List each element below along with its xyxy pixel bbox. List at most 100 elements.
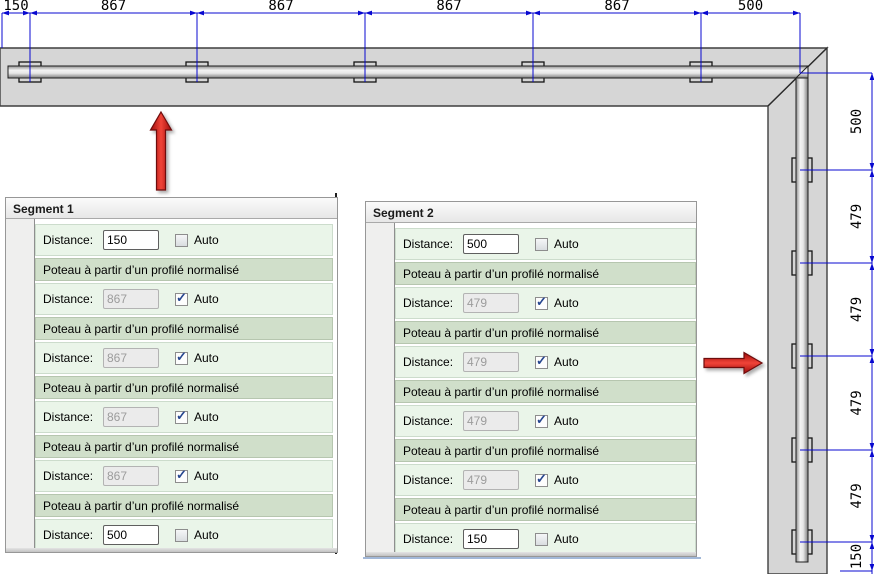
auto-label: Auto — [554, 414, 579, 428]
post-type-label: Poteau à partir d’un profilé normalisé — [403, 502, 600, 517]
dimension-arrowhead — [869, 163, 874, 170]
dimension-arrowhead — [869, 564, 874, 571]
distance-row: Distance: Auto — [395, 523, 696, 555]
dimension-arrowhead — [358, 10, 365, 16]
auto-checkbox[interactable]: ✓ — [535, 470, 548, 487]
distance-input — [463, 411, 519, 431]
dimension-arrowhead — [869, 256, 874, 263]
distance-label: Distance: — [403, 355, 454, 369]
auto-checkbox[interactable]: ✓ — [175, 407, 188, 424]
post-type-label: Poteau à partir d’un profilé normalisé — [403, 325, 600, 340]
auto-checkbox[interactable] — [535, 237, 548, 251]
auto-label: Auto — [194, 469, 219, 483]
dimension-value: 867 — [436, 0, 461, 14]
segment-panel-header: Segment 2 — [366, 202, 696, 223]
auto-checkbox[interactable]: ✓ — [535, 411, 548, 428]
dimension-arrowhead — [869, 263, 874, 270]
post-type-row: Poteau à partir d’un profilé normalisé — [395, 439, 696, 462]
dimension-value: 867 — [604, 0, 629, 14]
distance-label: Distance: — [43, 469, 94, 483]
auto-checkbox[interactable]: ✓ — [535, 294, 548, 310]
distance-row: Distance: ✓ Auto — [35, 283, 333, 315]
panel-gutter — [6, 219, 35, 548]
post-type-row: Poteau à partir d’un profilé normalisé — [395, 262, 696, 285]
distance-label: Distance: — [403, 414, 454, 428]
vertical-rail — [795, 65, 809, 563]
post-type-row: Poteau à partir d’un profilé normalisé — [35, 494, 333, 517]
distance-input[interactable] — [463, 529, 519, 549]
dimension-value: 500 — [849, 109, 865, 134]
distance-input[interactable] — [463, 234, 519, 254]
distance-row: Distance: ✓ Auto — [395, 287, 696, 319]
dimension-arrowhead — [869, 356, 874, 363]
post-type-label: Poteau à partir d’un profilé normalisé — [403, 443, 600, 458]
panel-rows: Distance: Auto Poteau à partir d’un profil… — [395, 228, 696, 557]
dimension-arrowhead — [869, 443, 874, 450]
dimension-arrowhead — [869, 542, 874, 549]
dimension-arrowhead — [869, 535, 874, 542]
distance-label: Distance: — [43, 410, 94, 424]
distance-row: Distance: Auto — [35, 224, 333, 256]
post-type-row: Poteau à partir d’un profilé normalisé — [395, 498, 696, 521]
auto-label: Auto — [554, 532, 579, 546]
check-icon: ✓ — [536, 352, 547, 368]
dimension-arrowhead — [869, 73, 874, 80]
dimension-value: 867 — [268, 0, 293, 14]
check-icon: ✓ — [176, 289, 187, 305]
panel2-bottom-highlight — [363, 557, 701, 559]
dimension-arrowhead — [869, 349, 874, 356]
post-type-row: Poteau à partir d’un profilé normalisé — [395, 321, 696, 344]
post-type-row: Poteau à partir d’un profilé normalisé — [35, 435, 333, 458]
panel-footer — [366, 552, 696, 556]
distance-label: Distance: — [43, 351, 94, 365]
distance-row: Distance: ✓ Auto — [395, 346, 696, 378]
auto-label: Auto — [194, 292, 219, 306]
distance-row: Distance: ✓ Auto — [35, 342, 333, 374]
dimension-arrowhead — [869, 170, 874, 177]
segment-panel-1: Segment 1 Distance: Auto Poteau à partir d… — [5, 197, 338, 553]
post-type-row: Poteau à partir d’un profilé normalisé — [35, 258, 333, 281]
check-icon: ✓ — [536, 411, 547, 427]
auto-checkbox[interactable]: ✓ — [175, 289, 188, 306]
post-type-label: Poteau à partir d’un profilé normalisé — [43, 439, 240, 454]
auto-checkbox[interactable]: ✓ — [175, 467, 188, 483]
check-icon: ✓ — [536, 470, 547, 486]
distance-input — [463, 293, 519, 313]
post-type-label: Poteau à partir d’un profilé normalisé — [43, 498, 240, 513]
panel-rows: Distance: Auto Poteau à partir d’un profil… — [35, 224, 333, 553]
dimension-arrowhead — [869, 450, 874, 457]
top-dimension-labels: 150 867 867 867 867 500 — [3, 0, 763, 14]
segment-title: Segment 1 — [13, 202, 74, 216]
segment-panel-header: Segment 1 — [6, 198, 337, 219]
auto-checkbox[interactable] — [535, 532, 548, 546]
dimension-value: 150 — [849, 544, 865, 569]
auto-checkbox[interactable] — [175, 528, 188, 542]
distance-label: Distance: — [43, 233, 94, 247]
distance-row: Distance: ✓ Auto — [395, 405, 696, 437]
distance-row: Distance: Auto — [395, 228, 696, 260]
auto-label: Auto — [194, 410, 219, 424]
distance-input[interactable] — [103, 230, 159, 250]
distance-input — [103, 466, 159, 486]
dimension-arrowhead — [197, 10, 204, 16]
distance-input[interactable] — [103, 525, 159, 545]
dimension-arrowhead — [30, 10, 37, 16]
distance-input — [463, 352, 519, 372]
distance-label: Distance: — [403, 532, 454, 546]
post-type-label: Poteau à partir d’un profilé normalisé — [43, 380, 240, 395]
distance-input — [103, 289, 159, 309]
auto-checkbox[interactable]: ✓ — [535, 352, 548, 369]
distance-row: Distance: ✓ Auto — [35, 460, 333, 492]
segment-title: Segment 2 — [373, 206, 434, 220]
check-icon: ✓ — [176, 407, 187, 423]
distance-input — [103, 407, 159, 427]
distance-input — [463, 470, 519, 490]
auto-checkbox[interactable] — [175, 233, 188, 247]
right-dimension-labels: 500 479 479 479 479 150 — [849, 109, 865, 569]
dimension-arrowhead — [694, 10, 701, 16]
auto-label: Auto — [194, 351, 219, 365]
auto-label: Auto — [194, 528, 219, 542]
panel-gutter — [366, 223, 395, 552]
auto-checkbox[interactable]: ✓ — [175, 349, 188, 365]
auto-label: Auto — [554, 355, 579, 369]
